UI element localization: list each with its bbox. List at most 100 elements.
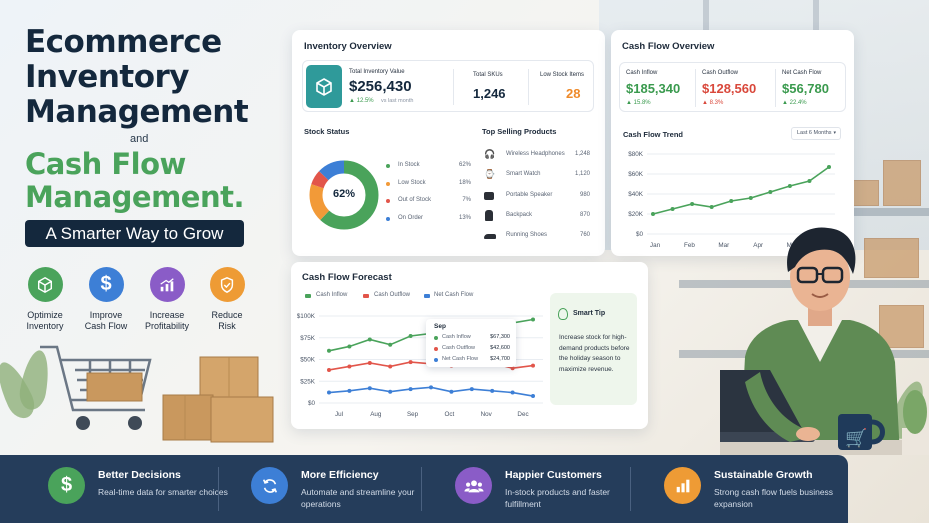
y-tick-label: $25K [300, 378, 316, 385]
skus-label: Total SKUs [473, 72, 503, 78]
shopping-cart-icon: 🛒 [845, 428, 868, 448]
backpack-icon [485, 209, 493, 221]
data-point [429, 385, 433, 390]
legend-dot [386, 216, 390, 221]
data-point [388, 364, 393, 369]
list-item: Portable Speaker 980 [484, 187, 590, 207]
legend-item: On Order 13% [386, 213, 471, 231]
divider [528, 69, 529, 105]
stock-status-title: Stock Status [304, 127, 350, 136]
total-value-label: Total Inventory Value [349, 69, 405, 75]
tooltip-row: Net Cash Flow $24,700 [434, 356, 510, 366]
trend-title: Cash Flow Trend [623, 130, 684, 139]
x-tick-label: Dec [517, 411, 528, 418]
cash-inflow-value: $185,340 [626, 81, 681, 96]
donut-center-value: 62% [332, 188, 356, 200]
data-point [531, 394, 535, 399]
net-cash-flow-value: $56,780 [782, 81, 829, 96]
list-item: Running Shoes 760 [484, 227, 590, 247]
box-icon [306, 65, 342, 108]
shield-icon [209, 267, 245, 302]
data-point [827, 165, 831, 169]
y-tick-label: $40K [628, 191, 644, 198]
data-point [327, 348, 331, 353]
data-point [449, 389, 454, 394]
data-point [408, 360, 413, 365]
smart-tip-text: Increase stock for high-demand products … [559, 334, 630, 373]
x-tick-label: Aug [370, 411, 382, 418]
y-tick-label: $0 [636, 231, 644, 238]
card-title: Cash Flow Overview [622, 41, 715, 52]
box-icon [27, 267, 63, 302]
smart-tip-title: Smart Tip [573, 310, 606, 317]
trend-period-select[interactable]: Last 6 Months ▾ [791, 127, 841, 140]
forecast-tooltip: Sep Cash Inflow $67,300 Cash Outflow $42… [426, 319, 516, 367]
cash-flow-forecast-card: Cash Flow Forecast Cash Inflow Cash Outf… [291, 262, 648, 429]
top-selling-list: 🎧 Wireless Headphones 1,248 ⌚ Smart Watc… [484, 146, 590, 247]
cash-outflow-value: $128,560 [702, 81, 757, 96]
tooltip-row: Cash Inflow $67,300 [434, 334, 510, 344]
data-point [388, 342, 393, 347]
data-point [748, 196, 753, 200]
x-tick-label: Nov [481, 411, 493, 418]
data-point [807, 179, 812, 183]
y-tick-label: $80K [628, 151, 644, 158]
cart-and-boxes-illustration [40, 345, 274, 443]
smart-tip-panel: Smart Tip Increase stock for high-demand… [550, 293, 637, 405]
legend-item: In Stock 62% [386, 160, 471, 178]
feature-increase-profitability: Increase Profitability [136, 267, 198, 332]
x-tick-label: Jan [650, 242, 661, 249]
hero-subtitle: Cash Flow Management. [25, 147, 244, 214]
data-point [690, 202, 695, 206]
data-point [367, 360, 372, 365]
headphones-icon: 🎧 [484, 149, 496, 159]
data-point [347, 388, 352, 393]
legend-dot [386, 164, 390, 168]
data-point [531, 363, 535, 368]
divider [695, 69, 696, 107]
feature-improve-cash-flow: $ Improve Cash Flow [75, 267, 137, 332]
bar-chart-icon [664, 467, 701, 504]
speaker-icon [484, 191, 494, 200]
refresh-icon [251, 467, 288, 504]
list-item: ⌚ Smart Watch 1,120 [484, 169, 590, 180]
data-point [347, 364, 352, 369]
watch-icon: ⌚ [484, 169, 496, 180]
x-tick-label: Jul [335, 411, 343, 418]
divider [775, 69, 776, 107]
card-title: Inventory Overview [304, 41, 392, 52]
y-tick-label: $75K [300, 335, 316, 342]
legend-dot [386, 181, 390, 186]
feature-optimize-inventory: Optimize Inventory [14, 267, 76, 332]
benefits-bar: $ Better Decisions Real-time data for sm… [0, 455, 848, 523]
list-item: Backpack 870 [484, 207, 590, 227]
y-tick-label: $60K [628, 171, 644, 178]
card-title: Cash Flow Forecast [302, 272, 392, 283]
legend-item: Low Stock 18% [386, 178, 471, 196]
low-stock-value: 28 [566, 86, 581, 101]
hero-tagline: A Smarter Way to Grow [25, 220, 244, 247]
total-value-period: vs last month [381, 98, 414, 104]
lightbulb-icon [558, 308, 568, 320]
data-point [469, 387, 474, 392]
dollar-icon: $ [88, 267, 124, 302]
legend-item: Out of Stock 7% [386, 195, 471, 213]
data-point [367, 337, 372, 342]
legend-dot [386, 199, 390, 203]
divider [630, 467, 631, 511]
data-point [709, 205, 714, 209]
data-point [408, 334, 413, 339]
y-tick-label: $0 [308, 400, 316, 407]
background-box [883, 160, 921, 206]
data-point [327, 390, 331, 395]
data-point [347, 344, 352, 349]
legend-swatch [363, 294, 369, 298]
data-point [388, 389, 393, 394]
y-tick-label: $100K [297, 313, 316, 320]
stock-status-legend: In Stock 62% Low Stock 18% Out of Stock … [386, 160, 471, 230]
person-with-laptop-illustration [720, 227, 929, 455]
data-point [651, 212, 655, 216]
total-value-change: ▲ 12.5% [349, 98, 374, 104]
inventory-overview-card: Inventory Overview Total Inventory Value… [292, 30, 605, 256]
divider [453, 69, 454, 105]
